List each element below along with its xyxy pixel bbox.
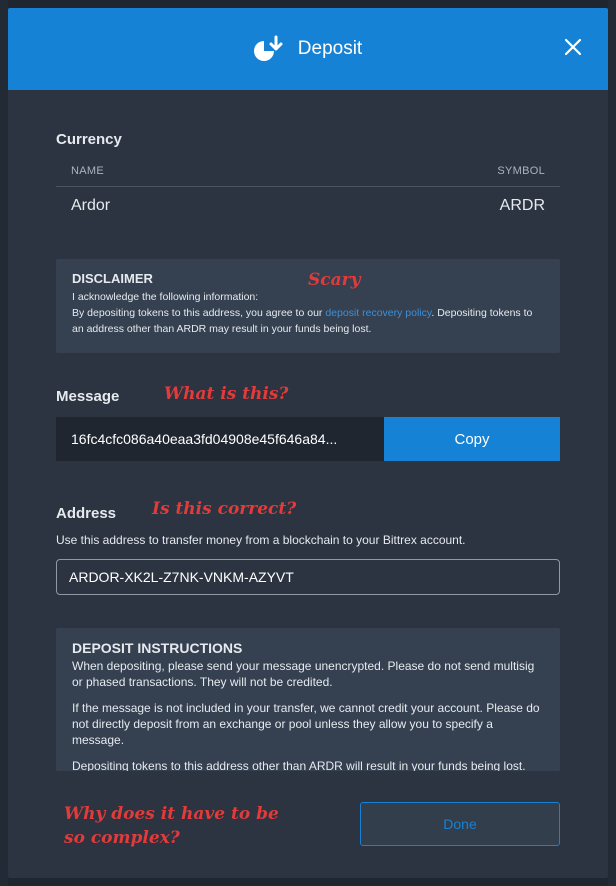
background-page-left [0,0,8,886]
message-row: 16fc4cfc086a40eaa3fd04908e45f646a84... C… [56,417,560,461]
modal-header: Deposit [8,8,608,90]
deposit-modal: Deposit Currency NAME SYMBOL Ardor ARDR … [8,8,608,878]
message-value[interactable]: 16fc4cfc086a40eaa3fd04908e45f646a84... [56,417,384,461]
currency-name: Ardor [71,197,111,214]
disclaimer-acknowledge: I acknowledge the following information: [72,291,259,303]
disclaimer-text: By depositing tokens to this address, yo… [72,305,544,337]
column-header-symbol: SYMBOL [497,164,545,177]
address-label: Address [56,505,117,522]
instructions-title: DEPOSIT INSTRUCTIONS [72,640,243,656]
annotation-message: What is this? [164,384,289,404]
modal-title: Deposit [297,38,363,59]
instructions-paragraph-3: Depositing tokens to this address other … [72,759,526,771]
currency-table: NAME SYMBOL Ardor ARDR [56,155,560,225]
column-header-name: NAME [71,164,104,177]
currency-table-header: NAME SYMBOL [56,155,560,187]
address-help-text: Use this address to transfer money from … [56,533,466,547]
deposit-recovery-policy-link[interactable]: deposit recovery policy [325,307,431,319]
message-label: Message [56,388,120,405]
currency-symbol: ARDR [499,197,545,214]
annotation-address: Is this correct? [152,499,297,519]
deposit-instructions-box[interactable]: DEPOSIT INSTRUCTIONS When depositing, pl… [56,628,560,771]
currency-row: Ardor ARDR [56,187,560,225]
currency-label: Currency [56,131,122,148]
instructions-paragraph-1: When depositing, please send your messag… [72,659,535,689]
deposit-icon [253,33,286,65]
disclaimer-text-before: By depositing tokens to this address, yo… [72,307,326,319]
annotation-footer: Why does it have to be so complex? [64,804,279,848]
instructions-paragraph-2: If the message is not included in your t… [72,701,540,747]
address-field[interactable] [56,559,560,595]
copy-button[interactable]: Copy [384,417,560,461]
background-page-right [608,0,616,886]
annotation-disclaimer: Scary [308,270,361,290]
header-title-group: Deposit [253,33,363,65]
done-button[interactable]: Done [360,802,560,846]
close-icon[interactable] [562,36,584,58]
